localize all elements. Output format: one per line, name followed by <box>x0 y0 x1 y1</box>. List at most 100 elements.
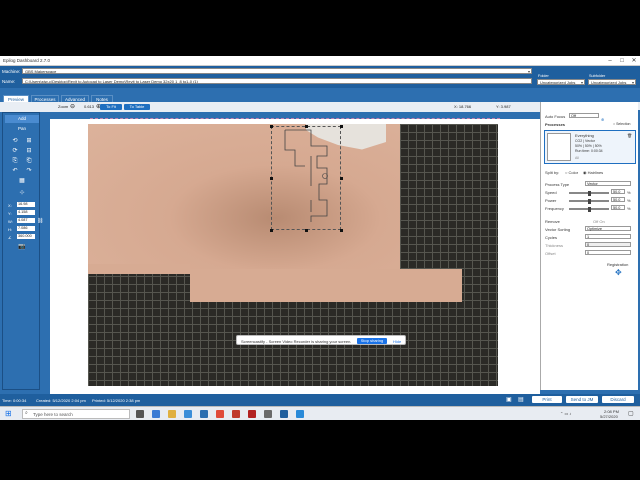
align-icon[interactable]: ⊞ <box>25 137 33 145</box>
task-view-icon[interactable] <box>136 410 144 418</box>
y-coord-input[interactable]: 4.158 <box>17 210 35 215</box>
resize-handle[interactable] <box>305 229 308 232</box>
processes-heading: Processes <box>545 122 566 127</box>
resize-handle[interactable] <box>270 229 273 232</box>
distribute-icon[interactable]: ⊟ <box>25 147 33 155</box>
grid-icon[interactable]: ▦ <box>18 177 26 185</box>
discard-button[interactable]: Discard <box>602 396 634 403</box>
undo-icon[interactable]: ↶ <box>11 167 19 175</box>
power-input[interactable]: 50.0 <box>611 197 625 202</box>
minimize-icon[interactable]: – <box>604 56 616 66</box>
chrome-icon[interactable] <box>216 410 224 418</box>
rotate-right-icon[interactable]: ⟳ <box>11 147 19 155</box>
cycles-input[interactable]: 1 <box>585 234 631 239</box>
x-coord-input[interactable]: 16.98 <box>17 202 35 207</box>
copy-icon[interactable]: ⎘ <box>11 157 19 165</box>
taskbar-search[interactable]: Type here to search <box>22 409 130 419</box>
job-printed: Printed: 5/12/2020 2:38 pm <box>92 398 141 403</box>
speed-input[interactable]: 50.0 <box>611 189 625 194</box>
preview-toolbar: Zoom ⊖ 0.613 ⊕ To Fit To Table X: 18.766… <box>0 102 540 112</box>
selection-box[interactable] <box>271 126 341 230</box>
split-hairlines-radio[interactable]: ◉ Hairlines <box>583 170 603 175</box>
export-icon[interactable]: ▤ <box>518 396 524 403</box>
mail-icon[interactable] <box>200 410 208 418</box>
notifications-icon[interactable]: ▢ <box>628 410 634 417</box>
resize-handle[interactable] <box>340 229 343 232</box>
name-field[interactable]: C:\Users\stw-c\Desktop\Revit to Autocad … <box>22 78 532 84</box>
resize-handle[interactable] <box>305 125 308 128</box>
add-process-icon[interactable]: ⊕ <box>601 117 604 122</box>
height-input[interactable]: 7.086 <box>17 226 35 231</box>
to-table-button[interactable]: To Table <box>124 104 150 110</box>
zoom-label: Zoom <box>58 104 69 109</box>
add-button[interactable]: Add <box>5 115 39 123</box>
close-icon[interactable]: ✕ <box>628 56 640 66</box>
process-card[interactable]: Everything CO2 | Vector 50% | 50% | 50% … <box>544 130 636 164</box>
lock-aspect-icon[interactable]: ⛓ <box>37 217 43 225</box>
chevron-down-icon: ▾ <box>527 69 530 74</box>
screen-share-notification: Screencastify - Screen Video Recorder is… <box>236 335 406 345</box>
rotate-icon[interactable]: ⟲ <box>11 137 19 145</box>
file-explorer-icon[interactable] <box>168 410 176 418</box>
edge-icon[interactable] <box>152 410 160 418</box>
tab-advanced[interactable]: Advanced <box>61 95 89 102</box>
tab-notes[interactable]: Notes <box>91 95 113 102</box>
zoom-out-icon[interactable]: ⊖ <box>70 103 75 110</box>
auto-focus-select[interactable]: Off <box>569 113 599 118</box>
app-icon[interactable] <box>296 410 304 418</box>
send-to-jm-button[interactable]: Send to JM <box>566 396 598 403</box>
vector-sorting-select[interactable]: Optimize <box>585 226 631 231</box>
resize-handle[interactable] <box>270 125 273 128</box>
folder-select[interactable]: Uncategorized Jobs ▾ <box>537 79 585 85</box>
clock-time[interactable]: 2:08 PM <box>604 409 619 414</box>
position-icon[interactable]: ⊹ <box>18 189 26 197</box>
power-slider-knob[interactable] <box>588 198 591 204</box>
process-type-select[interactable]: Vector <box>585 181 631 186</box>
save-icon[interactable]: ▣ <box>506 396 512 403</box>
power-slider[interactable] <box>569 198 609 204</box>
maximize-icon[interactable]: □ <box>616 56 628 66</box>
angle-input[interactable]: 360.000 <box>17 234 35 239</box>
speed-slider-knob[interactable] <box>588 190 591 196</box>
cardboard-sheet-lower-left <box>88 264 190 274</box>
selection-link[interactable]: ○ Selection <box>613 122 631 126</box>
frequency-slider[interactable] <box>569 206 609 212</box>
epilog-icon[interactable] <box>280 410 288 418</box>
tab-preview[interactable]: Preview <box>3 95 29 102</box>
resize-handle[interactable] <box>270 177 273 180</box>
print-button[interactable]: Print <box>532 396 562 403</box>
resize-handle[interactable] <box>340 125 343 128</box>
pan-button[interactable]: Pan <box>5 125 39 133</box>
hide-button[interactable]: Hide <box>393 339 401 344</box>
resize-handle[interactable] <box>340 177 343 180</box>
offset-input[interactable]: 0 <box>585 250 631 255</box>
remove-toggle[interactable]: Off On <box>593 219 605 224</box>
stop-sharing-button[interactable]: Stop sharing <box>357 337 387 344</box>
split-color-radio[interactable]: ○ Color <box>565 170 578 175</box>
speed-slider[interactable] <box>569 190 609 196</box>
process-type-label: Process Type <box>545 182 570 187</box>
trash-icon[interactable]: 🗑 <box>627 133 632 138</box>
tab-processes[interactable]: Processes <box>31 95 59 102</box>
redo-icon[interactable]: ↷ <box>25 167 33 175</box>
store-icon[interactable] <box>184 410 192 418</box>
calculator-icon[interactable] <box>264 410 272 418</box>
clock-date[interactable]: 5/27/2020 <box>600 414 618 419</box>
frequency-input[interactable]: 50.0 <box>611 205 625 210</box>
zoom-value[interactable]: 0.613 <box>84 104 94 109</box>
thickness-input[interactable]: 0 <box>585 242 631 247</box>
to-fit-button[interactable]: To Fit <box>100 104 122 110</box>
machine-select[interactable]: GBS Makerspace ▾ <box>22 68 532 74</box>
system-tray[interactable]: ⌃ ▭ ♪ <box>560 411 571 416</box>
registration-icon[interactable]: ✥ <box>615 268 622 277</box>
revit-icon[interactable] <box>232 410 240 418</box>
preview-canvas[interactable] <box>50 119 540 394</box>
subfolder-value: Uncategorized Jobs <box>591 80 627 85</box>
autocad-icon[interactable] <box>248 410 256 418</box>
width-input[interactable]: 4.087 <box>17 218 35 223</box>
paste-icon[interactable]: ⎗ <box>25 157 33 165</box>
windows-start-icon[interactable]: ⊞ <box>5 409 12 418</box>
subfolder-select[interactable]: Uncategorized Jobs ▾ <box>588 79 636 85</box>
camera-icon[interactable]: 📷 <box>18 243 26 251</box>
frequency-slider-knob[interactable] <box>588 206 591 212</box>
